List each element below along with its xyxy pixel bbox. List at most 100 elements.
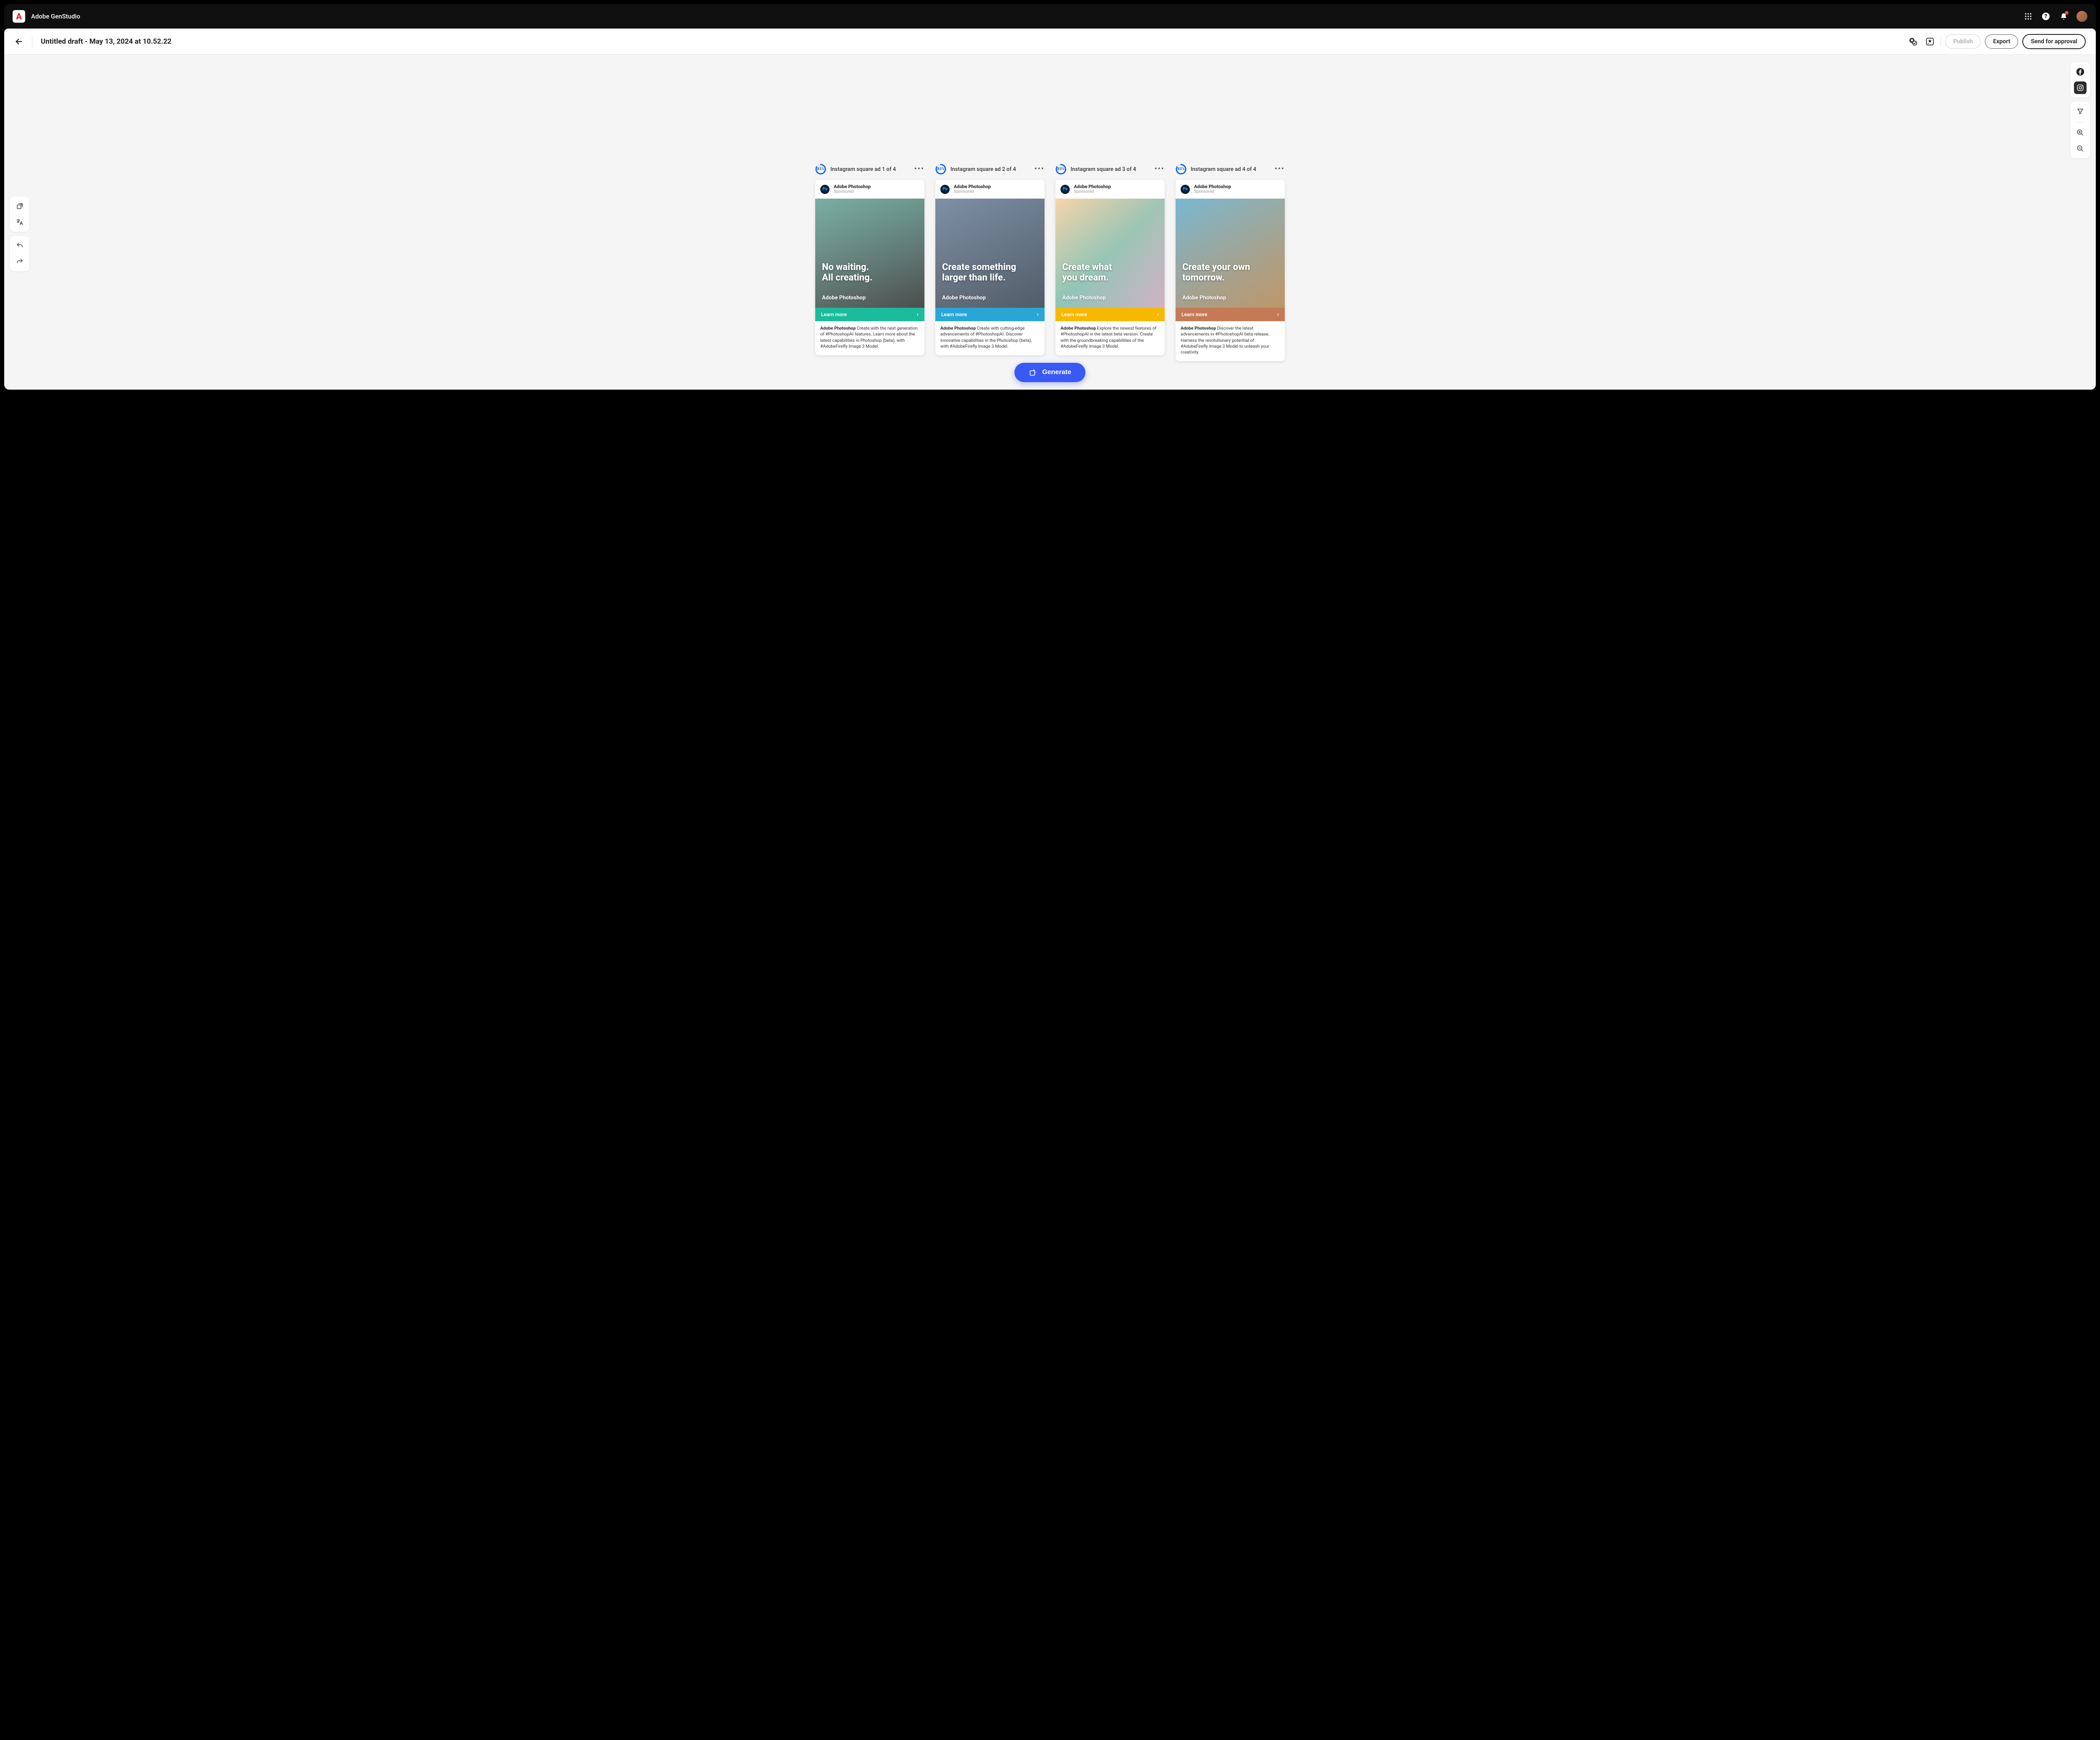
app-title: Adobe GenStudio: [31, 13, 80, 20]
send-for-approval-button[interactable]: Send for approval: [2022, 34, 2086, 49]
notifications-icon[interactable]: [2059, 12, 2068, 21]
divider: [1940, 37, 1941, 46]
ad-cta-button[interactable]: Learn more ›: [1176, 308, 1285, 321]
adobe-logo[interactable]: A: [13, 10, 25, 23]
ad-headline: No waiting. All creating.: [822, 262, 918, 283]
brand-score-value: 83%: [1055, 164, 1066, 175]
card-more-button[interactable]: •••: [914, 165, 924, 173]
resize-button[interactable]: [13, 200, 26, 212]
brand-score-ring[interactable]: 83%: [1055, 164, 1066, 175]
card-title: Instagram square ad 4 of 4: [1191, 166, 1256, 173]
content-area: Untitled draft - May 13, 2024 at 10.52.2…: [4, 29, 2096, 390]
card-title: Instagram square ad 3 of 4: [1071, 166, 1136, 173]
left-rail: [10, 197, 29, 271]
card-more-button[interactable]: •••: [1034, 165, 1045, 173]
chevron-right-icon: ›: [1157, 311, 1159, 318]
ad-body: Adobe Photoshop Discover the latest adva…: [1176, 321, 1285, 361]
ad-body-brand: Adobe Photoshop: [940, 325, 976, 331]
ad-preview[interactable]: Ps Adobe Photoshop Sponsored Create what…: [1055, 180, 1165, 355]
brand-score-ring[interactable]: 83%: [1176, 164, 1186, 175]
brand-score-value: 83%: [815, 164, 826, 175]
app-window: A Adobe GenStudio ?: [4, 4, 2096, 390]
history-group: [10, 236, 29, 271]
instagram-channel-button[interactable]: [2074, 81, 2087, 94]
card-header: 83% Instagram square ad 1 of 4 •••: [815, 164, 924, 175]
top-bar: A Adobe GenStudio ?: [4, 4, 2096, 29]
top-bar-left: A Adobe GenStudio: [13, 10, 80, 23]
photoshop-icon: Ps: [820, 185, 830, 194]
edit-tools-group: [10, 197, 29, 232]
ad-cta-button[interactable]: Learn more ›: [815, 308, 924, 321]
ad-product-logo: Adobe Photoshop: [1182, 295, 1278, 301]
cta-label: Learn more: [1061, 312, 1087, 317]
ad-cta-button[interactable]: Learn more ›: [1055, 308, 1165, 321]
ad-headline: Create your own tomorrow.: [1182, 262, 1278, 283]
zoom-in-button[interactable]: [2074, 126, 2087, 139]
sub-header-left: Untitled draft - May 13, 2024 at 10.52.2…: [14, 36, 171, 47]
ad-variant-1: 83% Instagram square ad 1 of 4 ••• Ps Ad…: [815, 164, 924, 361]
facebook-channel-button[interactable]: [2074, 66, 2087, 78]
card-more-button[interactable]: •••: [1155, 165, 1165, 173]
brand-check-icon[interactable]: [1907, 35, 1919, 48]
sub-header: Untitled draft - May 13, 2024 at 10.52.2…: [4, 29, 2096, 55]
redo-button[interactable]: [13, 255, 26, 268]
top-bar-right: ?: [2024, 11, 2087, 22]
ad-sponsored-label: Sponsored: [834, 189, 871, 194]
generate-button[interactable]: Generate: [1014, 363, 1085, 382]
chevron-right-icon: ›: [1037, 311, 1039, 318]
ad-product-logo: Adobe Photoshop: [942, 295, 1038, 301]
zoom-out-button[interactable]: [2074, 142, 2087, 155]
ad-cta-button[interactable]: Learn more ›: [935, 308, 1045, 321]
ad-headline: Create something larger than life.: [942, 262, 1038, 283]
ad-sponsored-label: Sponsored: [1074, 189, 1111, 194]
photoshop-icon: Ps: [1181, 185, 1190, 194]
brand-score-ring[interactable]: 83%: [935, 164, 946, 175]
ad-header: Ps Adobe Photoshop Sponsored: [935, 180, 1045, 199]
ad-header: Ps Adobe Photoshop Sponsored: [815, 180, 924, 199]
ad-preview[interactable]: Ps Adobe Photoshop Sponsored No waiting.…: [815, 180, 924, 355]
cards-area: 83% Instagram square ad 1 of 4 ••• Ps Ad…: [4, 55, 2096, 378]
undo-button[interactable]: [13, 239, 26, 252]
ad-variant-2: 83% Instagram square ad 2 of 4 ••• Ps Ad…: [935, 164, 1045, 361]
ad-image: Create what you dream. Adobe Photoshop: [1055, 199, 1165, 308]
ad-sponsored-label: Sponsored: [954, 189, 991, 194]
user-avatar[interactable]: [2076, 11, 2087, 22]
ad-body-brand: Adobe Photoshop: [1060, 325, 1096, 331]
brand-score-ring[interactable]: 83%: [815, 164, 826, 175]
chevron-right-icon: ›: [917, 311, 919, 318]
right-rail: [2071, 62, 2090, 158]
notification-badge: [2065, 11, 2068, 15]
ad-preview[interactable]: Ps Adobe Photoshop Sponsored Create some…: [935, 180, 1045, 355]
card-header: 83% Instagram square ad 4 of 4 •••: [1176, 164, 1285, 175]
cta-label: Learn more: [1181, 312, 1207, 317]
brand-score-value: 83%: [1176, 164, 1186, 175]
ad-header: Ps Adobe Photoshop Sponsored: [1176, 180, 1285, 199]
ad-variant-4: 83% Instagram square ad 4 of 4 ••• Ps Ad…: [1176, 164, 1285, 361]
cta-label: Learn more: [941, 312, 967, 317]
ad-variant-3: 83% Instagram square ad 3 of 4 ••• Ps Ad…: [1055, 164, 1165, 361]
ad-body: Adobe Photoshop Create with cutting-edge…: [935, 321, 1045, 355]
channel-group: [2071, 62, 2090, 97]
variants-icon[interactable]: [1924, 35, 1936, 48]
adobe-logo-glyph: A: [16, 11, 22, 21]
ad-image: No waiting. All creating. Adobe Photosho…: [815, 199, 924, 308]
generate-button-wrap: Generate: [1014, 363, 1085, 382]
sparkle-icon: [1029, 368, 1037, 377]
ad-brand: Adobe Photoshop: [954, 184, 991, 189]
generate-label: Generate: [1042, 369, 1071, 376]
sub-header-right: Publish Export Send for approval: [1907, 34, 2086, 49]
export-button[interactable]: Export: [1985, 34, 2018, 49]
ad-sponsored-label: Sponsored: [1194, 189, 1231, 194]
ad-preview[interactable]: Ps Adobe Photoshop Sponsored Create your…: [1176, 180, 1285, 361]
ad-product-logo: Adobe Photoshop: [822, 295, 918, 301]
help-icon[interactable]: ?: [2041, 12, 2050, 21]
card-more-button[interactable]: •••: [1275, 165, 1285, 173]
back-button[interactable]: [14, 37, 24, 46]
publish-button[interactable]: Publish: [1945, 34, 1981, 49]
cta-label: Learn more: [821, 312, 847, 317]
translate-button[interactable]: [13, 216, 26, 228]
filter-button[interactable]: [2074, 105, 2087, 118]
ad-brand: Adobe Photoshop: [1074, 184, 1111, 189]
apps-grid-icon[interactable]: [2024, 12, 2033, 21]
photoshop-icon: Ps: [1060, 185, 1070, 194]
